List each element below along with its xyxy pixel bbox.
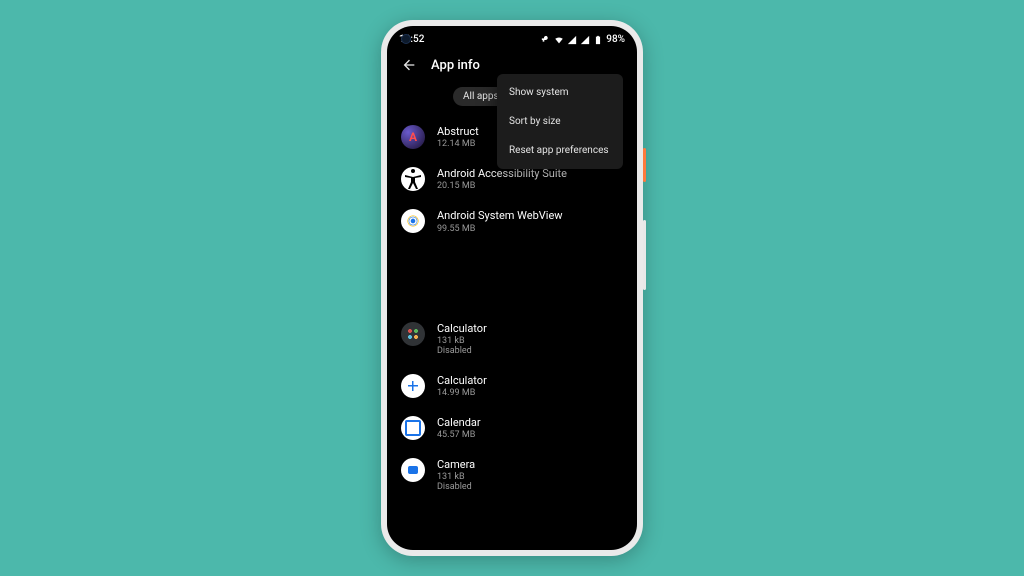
volume-button[interactable] — [643, 220, 646, 290]
signal-icon-2 — [580, 35, 590, 45]
app-size: 99.55 MB — [437, 224, 563, 234]
app-status: Disabled — [437, 482, 475, 492]
app-size: 131 kB — [437, 336, 487, 346]
battery-percent: 98% — [606, 34, 625, 45]
accessibility-icon — [401, 167, 425, 191]
app-name: Camera — [437, 458, 475, 471]
app-name: Android Accessibility Suite — [437, 167, 567, 180]
app-row[interactable]: Calendar45.57 MB — [401, 407, 623, 449]
app-row[interactable]: Calculator14.99 MB — [401, 365, 623, 407]
app-status: Disabled — [437, 346, 487, 356]
status-bar: 18:52 98% — [387, 26, 637, 49]
app-list[interactable]: A Abstruct12.14 MB Android Accessibility S… — [387, 116, 637, 501]
vpn-key-icon — [541, 35, 551, 45]
calendar-icon — [401, 416, 425, 440]
power-button[interactable] — [643, 148, 646, 182]
menu-item-sort-by-size[interactable]: Sort by size — [497, 107, 623, 136]
overflow-menu: Show system Sort by size Reset app prefe… — [497, 74, 623, 169]
app-name: Calendar — [437, 416, 481, 429]
signal-icon — [567, 35, 577, 45]
app-meta: Calculator14.99 MB — [437, 374, 487, 398]
menu-item-reset-preferences[interactable]: Reset app preferences — [497, 136, 623, 165]
screen: 18:52 98% App info All apps Show syst — [387, 26, 637, 550]
app-row[interactable]: Android System WebView 99.55 MB — [401, 200, 623, 242]
status-icons: 98% — [541, 34, 625, 45]
page-title: App info — [431, 58, 480, 73]
calculator-dark-icon — [401, 322, 425, 346]
app-size: 45.57 MB — [437, 430, 481, 440]
app-size: 20.15 MB — [437, 181, 567, 191]
menu-item-show-system[interactable]: Show system — [497, 78, 623, 107]
app-name: Abstruct — [437, 125, 479, 138]
app-meta: Abstruct12.14 MB — [437, 125, 479, 149]
app-meta: Calculator131 kBDisabled — [437, 322, 487, 356]
app-row[interactable]: Camera131 kBDisabled — [401, 449, 623, 501]
app-row[interactable]: Calculator131 kBDisabled — [401, 313, 623, 365]
front-camera — [401, 34, 411, 44]
abstruct-icon: A — [401, 125, 425, 149]
wifi-icon — [554, 35, 564, 45]
phone-frame: 18:52 98% App info All apps Show syst — [381, 20, 643, 556]
app-meta: Android System WebView 99.55 MB — [437, 209, 563, 233]
arrow-back-icon — [401, 57, 417, 73]
filter-chip-label: All apps — [463, 91, 499, 102]
app-meta: Camera131 kBDisabled — [437, 458, 475, 492]
app-meta: Calendar45.57 MB — [437, 416, 481, 440]
app-name: Calculator — [437, 374, 487, 387]
app-size: 131 kB — [437, 472, 475, 482]
camera-icon — [401, 458, 425, 482]
app-name: Calculator — [437, 322, 487, 335]
battery-icon — [593, 35, 603, 45]
webview-icon — [401, 209, 425, 233]
back-button[interactable] — [401, 57, 417, 73]
app-meta: Android Accessibility Suite20.15 MB — [437, 167, 567, 191]
calculator-light-icon — [401, 374, 425, 398]
app-name: Android System WebView — [437, 209, 563, 222]
app-size: 12.14 MB — [437, 139, 479, 149]
app-size: 14.99 MB — [437, 388, 487, 398]
